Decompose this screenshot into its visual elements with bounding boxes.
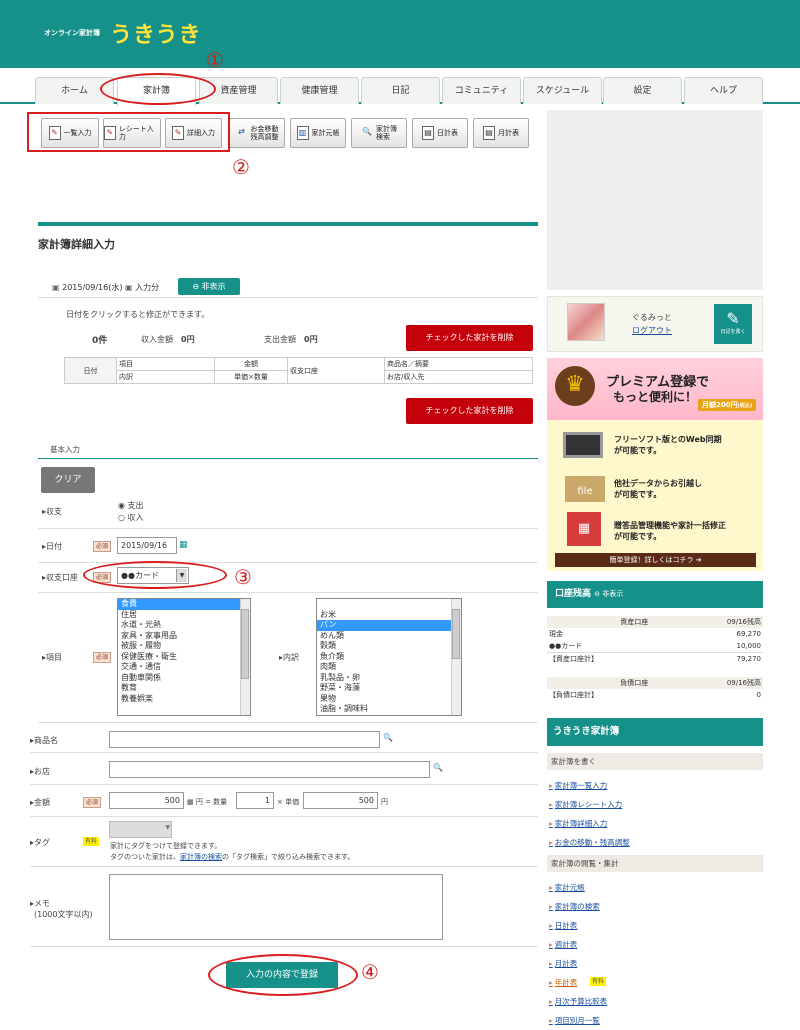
search-link[interactable]: 家計簿の検索 <box>180 853 222 861</box>
edit-notice: 日付をクリックすると修正ができます。 <box>66 310 210 319</box>
tab-community[interactable]: コミュニティ <box>442 77 521 104</box>
entries-table: 日付 項目 金額 収支口座 商品名／摘要 内訳 単価×数量 お店/収入先 <box>64 357 533 384</box>
menu-link-weekly[interactable]: 週計表 <box>549 939 578 950</box>
calendar-icon[interactable]: ▦ <box>179 540 188 550</box>
ad-space <box>547 110 763 290</box>
price-badge: 月額200円(税込) <box>698 399 757 411</box>
write-diary-button[interactable]: ✎ 日記を書く <box>714 304 752 344</box>
avatar[interactable] <box>567 303 605 341</box>
menu-link-budget[interactable]: 月次予算比較表 <box>549 996 608 1007</box>
crown-icon: ♛ <box>555 366 595 406</box>
menu-link-detail-input[interactable]: 家計簿詳細入力 <box>549 818 608 829</box>
annotation-ellipse-1 <box>100 73 216 105</box>
callout-1: ① <box>206 48 224 72</box>
callout-2: ② <box>232 155 250 179</box>
menu-link-money-move[interactable]: お金の移動・残高調整 <box>549 837 630 848</box>
search-icon[interactable]: 🔍 <box>433 763 443 772</box>
detail-scrollbar[interactable] <box>451 599 461 715</box>
delete-checked-button-bottom[interactable]: チェックした家計を削除 <box>406 398 533 424</box>
detail-listbox[interactable]: お米 パン めん類 穀類 魚介類 肉類 乳製品・卵 野菜・海藻 果物 油脂・調味料 <box>316 598 462 716</box>
menu-link-ledger[interactable]: 家計元帳 <box>549 882 585 893</box>
magnifier-icon: 🔍 <box>362 127 372 136</box>
menu-category-write: 家計簿を書く <box>547 753 763 770</box>
file-folder-icon: file <box>565 476 605 502</box>
ledger-book-icon: ▥ <box>296 126 309 140</box>
tab-health[interactable]: 健康管理 <box>280 77 359 104</box>
menu-link-item-monthly[interactable]: 項目別月一覧 <box>549 1015 600 1026</box>
search-button[interactable]: 🔍 家計簿 検索 <box>351 118 407 148</box>
balance-hide-toggle[interactable]: ⊖ 非表示 <box>594 590 623 598</box>
delete-checked-button[interactable]: チェックした家計を削除 <box>406 325 533 351</box>
menu-link-list-input[interactable]: 家計簿一覧入力 <box>549 780 608 791</box>
hide-button[interactable]: ⊖ 非表示 <box>178 278 240 295</box>
premium-cta[interactable]: 簡単登録！詳しくはコチラ ➔ <box>555 553 756 567</box>
radio-expense[interactable]: ◉ 支出 <box>118 500 144 511</box>
tab-diary[interactable]: 日記 <box>361 77 440 104</box>
page-title: 家計簿詳細入力 <box>38 238 115 251</box>
money-move-button[interactable]: ⇄ お金移動 残高調整 <box>229 118 285 148</box>
ledger-button[interactable]: ▥ 家計元帳 <box>290 118 346 148</box>
product-name-input[interactable] <box>109 731 380 748</box>
logout-link[interactable]: ログアウト <box>632 325 672 336</box>
item-scrollbar[interactable] <box>240 599 250 715</box>
radio-income[interactable]: ○ 収入 <box>118 512 144 523</box>
clear-button[interactable]: クリア <box>41 467 95 493</box>
callout-4: ④ <box>361 960 379 984</box>
daily-report-button[interactable]: ▤ 日計表 <box>412 118 468 148</box>
tab-settings[interactable]: 設定 <box>603 77 682 104</box>
income-total: 0円 <box>181 335 195 344</box>
daily-sheet-icon: ▤ <box>422 126 434 140</box>
logo-subtitle: オンライン家計簿 <box>44 29 100 37</box>
date-input[interactable]: 2015/09/16 <box>117 537 177 554</box>
expense-total: 0円 <box>304 335 318 344</box>
balance-header: 口座残高 ⊖ 非表示 <box>547 581 763 608</box>
chevron-down-icon: ▼ <box>165 824 170 831</box>
unit-price-input[interactable]: 500 <box>303 792 378 809</box>
user-name: ぐるみっと <box>632 313 672 322</box>
annotation-box-2 <box>27 112 230 152</box>
tab-help[interactable]: ヘルプ <box>684 77 763 104</box>
monthly-report-button[interactable]: ▤ 月計表 <box>473 118 529 148</box>
menu-category-view: 家計簿の閲覧・集計 <box>547 855 763 872</box>
entry-count: 0件 <box>92 336 108 346</box>
amount-input[interactable]: 500 <box>109 792 184 809</box>
menu-link-daily[interactable]: 日計表 <box>549 920 578 931</box>
transfer-arrows-icon: ⇄ <box>238 127 245 136</box>
shop-input[interactable] <box>109 761 430 778</box>
annotation-ellipse-3 <box>83 561 227 589</box>
menu-header: うきうき家計簿 <box>547 718 763 746</box>
item-listbox[interactable]: 食費 住居 水道・光熱 家具・家事用品 被服・履物 保健医療・衛生 交通・通信 自動車関係 教育… <box>117 598 251 716</box>
calculator-icon[interactable]: ▦ <box>187 798 194 806</box>
tag-select[interactable]: ▼ <box>109 821 172 838</box>
calculator-icon: ▦ <box>567 512 601 546</box>
monitor-icon <box>563 432 603 458</box>
section-divider <box>38 222 538 226</box>
section-basic-input: 基本入力 <box>50 445 80 454</box>
menu-link-monthly[interactable]: 月計表 <box>549 958 578 969</box>
menu-link-yearly[interactable]: 年計表 <box>549 977 578 988</box>
memo-textarea[interactable] <box>109 874 443 940</box>
tab-schedule[interactable]: スケジュール <box>523 77 602 104</box>
search-icon[interactable]: 🔍 <box>383 733 393 742</box>
quantity-input[interactable]: 1 <box>236 792 274 809</box>
menu-link-receipt-input[interactable]: 家計簿レシート入力 <box>549 799 623 810</box>
date-bar: ▣ 2015/09/16(水) ▣ 入力分 <box>52 283 160 292</box>
callout-3: ③ <box>234 565 252 589</box>
menu-link-search[interactable]: 家計簿の検索 <box>549 901 600 912</box>
monthly-sheet-icon: ▤ <box>483 126 495 140</box>
balance-table: 資産口座 09/16残高 現金 69,270 ●●カード 10,000 【資産口座計】… <box>547 616 763 699</box>
pen-icon: ✎ <box>726 309 740 328</box>
site-logo[interactable]: うきうき <box>110 17 202 49</box>
annotation-ellipse-4 <box>208 954 358 996</box>
